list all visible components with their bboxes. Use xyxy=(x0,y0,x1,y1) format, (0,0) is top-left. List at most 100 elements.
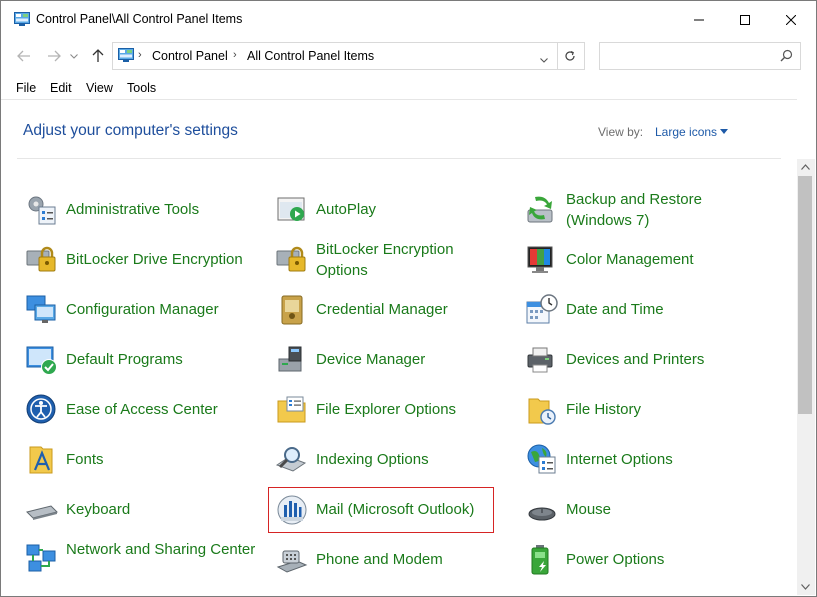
menu-tools[interactable]: Tools xyxy=(127,81,156,95)
item-device-manager[interactable]: Device Manager xyxy=(269,338,509,382)
menu-edit[interactable]: Edit xyxy=(50,81,72,95)
arrow-left-icon xyxy=(17,50,30,62)
address-dropdown-button[interactable] xyxy=(533,47,555,73)
autoplay-icon xyxy=(277,197,305,221)
address-bar[interactable]: › Control Panel › All Control Panel Item… xyxy=(112,42,558,70)
caret-down-icon[interactable] xyxy=(720,129,728,134)
control-panel-icon xyxy=(118,48,134,62)
item-internet-options[interactable]: Internet Options xyxy=(519,438,779,482)
up-button[interactable] xyxy=(87,45,109,67)
breadcrumb-all-items[interactable]: All Control Panel Items xyxy=(247,49,374,63)
arrow-right-icon xyxy=(48,50,61,62)
color-management-icon xyxy=(527,246,553,273)
item-label: Phone and Modem xyxy=(316,551,443,568)
item-label: BitLocker Drive Encryption xyxy=(66,251,243,268)
breadcrumb-separator[interactable]: › xyxy=(138,49,142,61)
item-keyboard[interactable]: Keyboard xyxy=(19,488,259,532)
forward-button[interactable] xyxy=(43,45,65,67)
phone-modem-icon xyxy=(276,550,308,573)
maximize-icon xyxy=(740,15,750,25)
item-ease-of-access[interactable]: Ease of Access Center xyxy=(19,388,259,432)
item-label: Default Programs xyxy=(66,351,183,368)
credential-manager-icon xyxy=(281,295,303,325)
configuration-manager-icon xyxy=(26,295,56,323)
item-credential-manager[interactable]: Credential Manager xyxy=(269,288,509,332)
bitlocker-options-icon xyxy=(276,246,306,272)
menu-bar: File Edit View Tools xyxy=(1,77,816,99)
page-heading: Adjust your computer's settings xyxy=(23,122,238,139)
control-panel-window: Control Panel\All Control Panel Items › … xyxy=(0,0,817,597)
item-devices-printers[interactable]: Devices and Printers xyxy=(519,338,779,382)
default-programs-icon xyxy=(26,346,57,375)
item-file-explorer-options[interactable]: File Explorer Options xyxy=(269,388,509,432)
refresh-button[interactable] xyxy=(556,42,585,70)
item-bitlocker[interactable]: BitLocker Drive Encryption xyxy=(19,238,259,282)
item-date-time[interactable]: Date and Time xyxy=(519,288,779,332)
view-by-label: View by: xyxy=(598,125,644,139)
item-bitlocker-options[interactable]: BitLocker Encryption Options xyxy=(269,238,509,282)
item-power-options[interactable]: Power Options xyxy=(519,538,779,582)
network-sharing-icon xyxy=(26,544,56,572)
item-label: File History xyxy=(566,401,642,418)
minimize-icon xyxy=(694,19,704,21)
breadcrumb-control-panel[interactable]: Control Panel xyxy=(152,49,228,63)
recent-locations-button[interactable] xyxy=(67,45,81,67)
item-administrative-tools[interactable]: Administrative Tools xyxy=(19,188,259,232)
device-manager-icon xyxy=(278,346,302,372)
scrollbar-thumb[interactable] xyxy=(798,176,812,414)
fonts-icon xyxy=(29,446,53,474)
power-options-icon xyxy=(531,545,549,575)
maximize-button[interactable] xyxy=(722,1,768,39)
item-fonts[interactable]: Fonts xyxy=(19,438,259,482)
item-label: Mail (Microsoft Outlook) xyxy=(316,501,475,518)
bitlocker-icon xyxy=(26,246,56,272)
close-button[interactable] xyxy=(768,1,814,39)
ease-of-access-icon xyxy=(26,394,56,424)
view-by-dropdown[interactable]: Large icons xyxy=(655,125,717,139)
back-button[interactable] xyxy=(13,45,35,67)
scroll-down-icon[interactable] xyxy=(801,584,810,590)
vertical-scrollbar[interactable] xyxy=(797,159,815,595)
item-label: Credential Manager xyxy=(316,301,448,318)
control-panel-icon xyxy=(14,12,30,26)
item-label: Administrative Tools xyxy=(66,201,200,218)
refresh-icon xyxy=(565,50,575,61)
date-time-icon xyxy=(526,294,558,324)
breadcrumb-separator[interactable]: › xyxy=(233,49,237,61)
item-label: Network and Sharing Center xyxy=(66,541,256,558)
menu-view[interactable]: View xyxy=(86,81,113,95)
item-label: Device Manager xyxy=(316,351,426,368)
item-network-sharing[interactable]: Network and Sharing Center xyxy=(19,538,259,582)
minimize-button[interactable] xyxy=(676,1,722,39)
item-label: Keyboard xyxy=(66,501,131,518)
divider xyxy=(17,158,781,159)
keyboard-icon xyxy=(26,505,58,520)
item-mail-outlook[interactable]: Mail (Microsoft Outlook) xyxy=(268,487,494,533)
item-label: Internet Options xyxy=(566,451,673,468)
item-label: Indexing Options xyxy=(316,451,429,468)
item-indexing-options[interactable]: Indexing Options xyxy=(269,438,509,482)
item-label: AutoPlay xyxy=(316,201,377,218)
item-default-programs[interactable]: Default Programs xyxy=(19,338,259,382)
menu-file[interactable]: File xyxy=(16,81,36,95)
file-explorer-options-icon xyxy=(277,396,306,423)
item-configuration-manager[interactable]: Configuration Manager xyxy=(19,288,259,332)
item-backup-restore[interactable]: Backup and Restore (Windows 7) xyxy=(519,188,779,232)
scroll-up-icon[interactable] xyxy=(801,164,810,170)
indexing-options-icon xyxy=(275,447,307,472)
arrow-up-icon xyxy=(92,49,104,62)
item-file-history[interactable]: File History xyxy=(519,388,779,432)
search-input[interactable] xyxy=(599,42,801,70)
item-label: Ease of Access Center xyxy=(66,401,218,418)
item-phone-modem[interactable]: Phone and Modem xyxy=(269,538,509,582)
chevron-down-icon xyxy=(70,53,78,59)
item-autoplay[interactable]: AutoPlay xyxy=(269,188,509,232)
title-bar[interactable]: Control Panel\All Control Panel Items xyxy=(1,1,816,39)
item-label: Color Management xyxy=(566,251,694,268)
item-mouse[interactable]: Mouse xyxy=(519,488,779,532)
item-color-management[interactable]: Color Management xyxy=(519,238,779,282)
window-title: Control Panel\All Control Panel Items xyxy=(36,12,243,26)
item-label: Fonts xyxy=(66,451,104,468)
backup-restore-icon xyxy=(527,196,553,223)
file-history-icon xyxy=(528,398,556,425)
